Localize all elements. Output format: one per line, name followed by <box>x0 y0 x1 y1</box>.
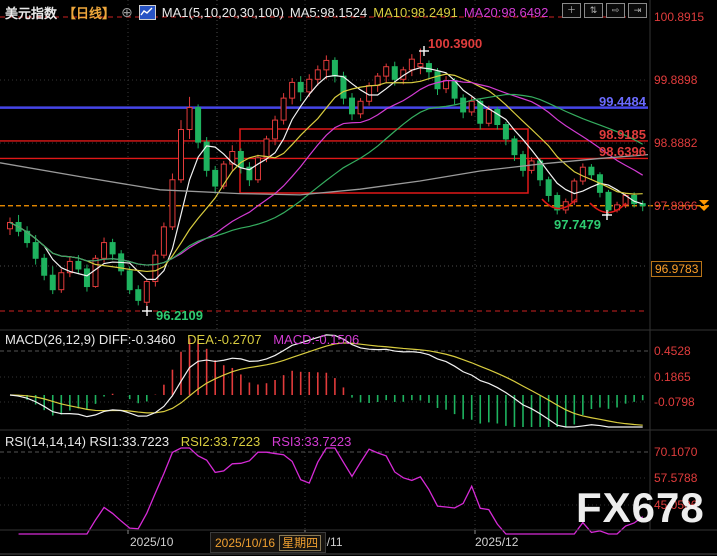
target-icon[interactable]: ⊕ <box>121 4 133 21</box>
chart-canvas[interactable] <box>0 0 717 556</box>
time-axis[interactable]: 2025/10 2025/11 2025/12 2025/10/16星期四 <box>0 531 717 556</box>
ma-settings-label: MA1(5,10,20,30,100) <box>161 5 284 20</box>
period-label: 【日线】 <box>63 6 116 21</box>
crosshair-price-readout: 96.9783 <box>651 261 703 277</box>
red-level1-label: 98.9185 <box>599 127 646 142</box>
go-latest-icon[interactable]: ⇥ <box>628 3 647 18</box>
chart-toolbar: ＋ ⇅ ⇨ ⇥ <box>562 3 647 18</box>
rsi-header: RSI(14,14,14) RSI1:33.7223 RSI2:33.7223 … <box>5 434 351 449</box>
axis-tick-label: 99.8898 <box>654 73 698 87</box>
axis-tick-label: -0.0798 <box>654 395 695 409</box>
macd-header: MACD(26,12,9) DIFF:-0.3460 DEA:-0.2707 M… <box>5 332 359 347</box>
macd-dea-value: DEA:-0.2707 <box>187 332 262 347</box>
macd-value: MACD:-0.1506 <box>273 332 360 347</box>
axis-tick-label: 0.1865 <box>654 370 691 384</box>
auto-scroll-icon[interactable]: ⇨ <box>606 3 625 18</box>
time-label-dec: 2025/12 <box>475 535 519 549</box>
ma20-value: MA20:98.6492 <box>463 5 549 20</box>
macd-title: MACD(26,12,9) DIFF:-0.3460 <box>5 332 176 347</box>
rsi-title: RSI(14,14,14) RSI1:33.7223 <box>5 434 170 449</box>
mini-chart-icon[interactable] <box>138 5 156 20</box>
ma10-value: MA10:98.2491 <box>373 5 458 20</box>
crosshair-date-readout: 2025/10/16 星期四 <box>210 532 327 553</box>
chart-app-window: 美元指数 【日线】 ⊕ MA1(5,10,20,30,100) MA5:98.1… <box>0 0 717 556</box>
rsi3-value: RSI3:33.7223 <box>271 434 352 449</box>
fx678-watermark: FX678 <box>576 484 705 531</box>
price-line-arrow-icon[interactable] <box>699 200 709 212</box>
fit-vertical-icon[interactable]: ⇅ <box>584 3 603 18</box>
blue-level-label: 99.4484 <box>599 94 646 109</box>
axis-tick-label: 100.8915 <box>654 10 705 24</box>
red-level2-label: 98.6396 <box>599 144 646 159</box>
axis-tick-label: 70.1070 <box>654 445 698 459</box>
ma5-value: MA5:98.1524 <box>289 5 368 20</box>
axis-tick-label: 0.4528 <box>654 344 691 358</box>
low-marker-label: 96.2109 <box>156 308 203 323</box>
axis-tick-label: 57.5788 <box>654 471 698 485</box>
high-marker-label: 100.3900 <box>428 36 483 51</box>
axis-tick-label: 97.8866 <box>654 199 698 213</box>
axis-tick-label: 98.8882 <box>654 136 698 150</box>
recent-low-marker-label: 97.7479 <box>554 217 601 232</box>
rsi2-value: RSI2:33.7223 <box>180 434 261 449</box>
pan-icon[interactable]: ＋ <box>562 3 581 18</box>
symbol-title: 美元指数 <box>5 6 58 21</box>
chart-header: 美元指数 【日线】 ⊕ MA1(5,10,20,30,100) MA5:98.1… <box>5 3 554 22</box>
time-label-oct: 2025/10 <box>130 535 174 549</box>
